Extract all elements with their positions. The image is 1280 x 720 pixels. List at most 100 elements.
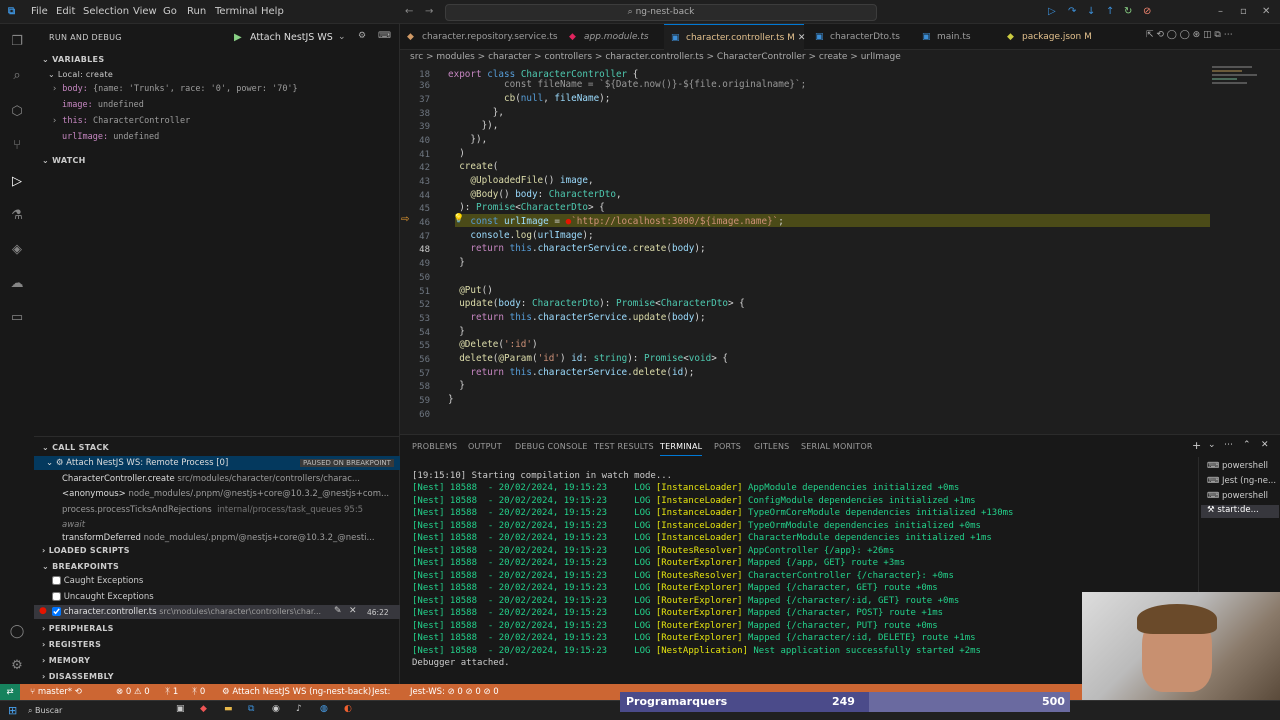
debug-disconnect-icon[interactable]: ⊘ <box>1143 6 1151 17</box>
tab-main[interactable]: ▣ main.ts <box>915 24 995 50</box>
remote-icon[interactable]: ⇄ <box>0 684 20 700</box>
tab-problems[interactable]: PROBLEMS <box>412 442 457 451</box>
windows-start-icon[interactable]: ⊞ <box>8 704 17 717</box>
call-stack-process[interactable]: ⌄ ⚙ Attach NestJS WS: Remote Process [0]… <box>34 456 400 470</box>
maximize-panel-icon[interactable]: ⌃ <box>1243 440 1251 450</box>
stack-frame[interactable]: process.processTicksAndRejections intern… <box>62 505 363 515</box>
more-icon[interactable]: ⋯ <box>1224 440 1233 450</box>
tab-serial-monitor[interactable]: SERIAL MONITOR <box>801 442 873 451</box>
menu-selection[interactable]: Selection <box>83 6 129 17</box>
account-icon[interactable]: ◯ <box>9 624 25 640</box>
terminal-output[interactable]: [19:15:10] Starting compilation in watch… <box>400 465 1195 680</box>
menu-file[interactable]: File <box>31 6 48 17</box>
variable-this[interactable]: › this: CharacterController <box>52 116 190 126</box>
explorer-icon[interactable]: ❐ <box>9 34 25 50</box>
menu-go[interactable]: Go <box>163 6 177 17</box>
tab-test-results[interactable]: TEST RESULTS <box>594 442 654 451</box>
stack-frame[interactable]: CharacterController.create src/modules/c… <box>62 474 360 484</box>
debug-continue-icon[interactable]: ▷ <box>1048 6 1056 17</box>
debug-step-into-icon[interactable]: ↓ <box>1087 6 1095 17</box>
taskbar-search[interactable]: ⌕ Buscar <box>28 706 62 716</box>
command-center-search[interactable]: ⌕ ng-nest-back <box>445 4 877 21</box>
settings-gear-icon[interactable]: ⚙ <box>9 658 25 674</box>
breadcrumb[interactable]: src > modules > character > controllers … <box>410 52 901 62</box>
terminal-item-powershell[interactable]: ⌨ powershell <box>1207 491 1268 501</box>
tab-gitlens[interactable]: GITLENS <box>754 442 789 451</box>
watch-header[interactable]: ⌄ WATCH <box>42 156 86 165</box>
bp-uncaught-exceptions[interactable]: Uncaught Exceptions <box>52 592 154 602</box>
branch-status[interactable]: ⑂ master* ⟲ <box>30 687 82 697</box>
minimize-icon[interactable]: – <box>1218 6 1223 17</box>
source-control-icon[interactable]: ⑂ <box>9 138 25 154</box>
maximize-icon[interactable]: ▫ <box>1240 6 1247 17</box>
menu-terminal[interactable]: Terminal <box>215 6 257 17</box>
tab-package-json[interactable]: ◆ package.json M <box>1000 24 1110 50</box>
tab-character-controller[interactable]: ▣ character.controller.ts M ✕ <box>664 24 806 50</box>
jest-status[interactable]: Jest: <box>372 687 390 697</box>
forward-arrow-icon[interactable]: → <box>425 6 433 17</box>
debug-config-select[interactable]: Attach NestJS WS <box>250 32 333 43</box>
tab-character-dto[interactable]: ▣ characterDto.ts <box>808 24 913 50</box>
menu-edit[interactable]: Edit <box>56 6 75 17</box>
terminal-icon[interactable]: ⌨ <box>378 31 391 41</box>
debug-session-status[interactable]: ⚙ Attach NestJS WS (ng-nest-back) <box>222 687 371 697</box>
peripherals-header[interactable]: › PERIPHERALS <box>42 624 114 633</box>
tiktok-icon[interactable]: ♪ <box>296 704 302 714</box>
new-terminal-plus-icon[interactable]: + <box>1192 439 1201 452</box>
disassembly-header[interactable]: › DISASSEMBLY <box>42 672 114 681</box>
variable-urlimage[interactable]: urlImage: undefined <box>62 132 159 142</box>
breakpoints-header[interactable]: ⌄ BREAKPOINTS <box>42 562 119 571</box>
tab-output[interactable]: OUTPUT <box>468 442 502 451</box>
vscode-icon[interactable]: ⧉ <box>248 704 254 714</box>
terminal-item-powershell[interactable]: ⌨ powershell <box>1207 461 1268 471</box>
checkbox[interactable] <box>52 592 61 601</box>
debug-restart-icon[interactable]: ↻ <box>1124 6 1132 17</box>
close-panel-icon[interactable]: ✕ <box>1261 440 1269 450</box>
debug-step-over-icon[interactable]: ↷ <box>1068 6 1076 17</box>
remote-icon[interactable]: ◈ <box>9 242 25 258</box>
tab-terminal[interactable]: TERMINAL <box>660 442 703 456</box>
remote-explorer-icon[interactable]: ▭ <box>9 310 25 326</box>
menu-run[interactable]: Run <box>187 6 206 17</box>
brave-icon[interactable]: ◆ <box>200 704 207 714</box>
variables-header[interactable]: ⌄ VARIABLES <box>42 55 104 64</box>
extensions-cube-icon[interactable]: ⬡ <box>9 104 25 120</box>
ports-status[interactable]: ᛡ 0 <box>192 687 205 697</box>
chevron-down-icon[interactable]: ⌄ <box>338 32 346 42</box>
tab-ports[interactable]: PORTS <box>714 442 741 451</box>
checkbox[interactable] <box>52 576 61 585</box>
tab-repository-service[interactable]: ◆ character.repository.service.ts <box>400 24 560 50</box>
folder-icon[interactable]: ▬ <box>224 704 233 714</box>
run-debug-icon[interactable]: ▷ <box>9 174 25 190</box>
bp-file-row[interactable]: ● character.controller.ts src\modules\ch… <box>34 605 400 619</box>
loaded-scripts-header[interactable]: › LOADED SCRIPTS <box>42 546 130 555</box>
back-arrow-icon[interactable]: ← <box>405 6 413 17</box>
close-icon[interactable]: ✕ <box>1262 6 1270 17</box>
minimap[interactable] <box>1212 64 1272 124</box>
registers-header[interactable]: › REGISTERS <box>42 640 101 649</box>
stack-frame[interactable]: transformDeferred node_modules/.pnpm/@ne… <box>62 533 375 543</box>
tab-debug-console[interactable]: DEBUG CONSOLE <box>515 442 588 451</box>
terminal-item-jest[interactable]: ⌨ Jest (ng-ne... <box>1207 476 1276 486</box>
problems-status[interactable]: ⊗ 0 ⚠ 0 <box>116 687 150 697</box>
start-debug-icon[interactable]: ▶ <box>234 32 242 43</box>
jest-ws-status[interactable]: Jest-WS: ⊘ 0 ⊘ 0 ⊘ 0 <box>410 687 499 697</box>
postman-icon[interactable]: ◐ <box>344 704 352 714</box>
menu-view[interactable]: View <box>133 6 157 17</box>
chevron-down-icon[interactable]: ⌄ <box>1208 440 1216 450</box>
task-view-icon[interactable]: ▣ <box>176 704 185 714</box>
search-icon[interactable]: ⌕ <box>9 68 25 84</box>
app-icon[interactable]: ◍ <box>320 704 328 714</box>
bp-caught-exceptions[interactable]: Caught Exceptions <box>52 576 143 586</box>
variable-image[interactable]: image: undefined <box>62 100 144 110</box>
close-tab-icon[interactable]: ✕ <box>798 33 806 43</box>
docker-icon[interactable]: ☁ <box>9 276 25 292</box>
remove-icon[interactable]: ✕ <box>349 606 357 616</box>
call-stack-header[interactable]: ⌄ CALL STACK <box>42 443 109 452</box>
variable-body[interactable]: › body: {name: 'Trunks', race: '0', powe… <box>52 84 298 94</box>
stack-frame[interactable]: <anonymous> node_modules/.pnpm/@nestjs+c… <box>62 489 389 499</box>
tab-app-module[interactable]: ◆ app.module.ts <box>562 24 662 50</box>
app-icon[interactable]: ◉ <box>272 704 280 714</box>
terminal-item-start[interactable]: ⚒ start:de... <box>1201 505 1279 518</box>
menu-help[interactable]: Help <box>261 6 284 17</box>
